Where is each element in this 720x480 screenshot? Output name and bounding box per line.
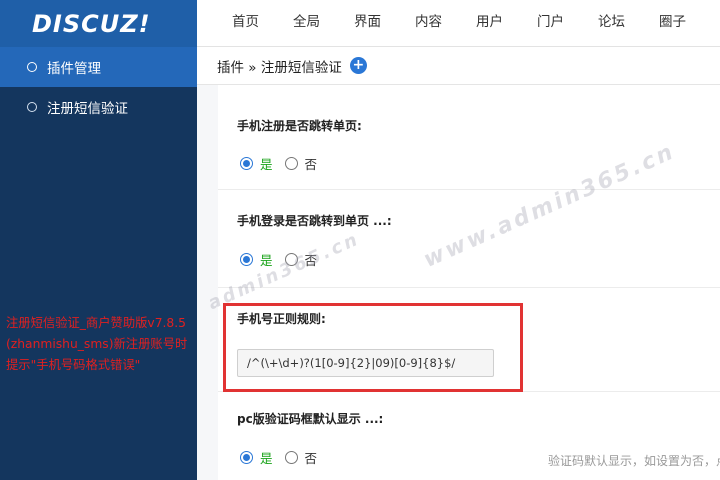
nav-item-user[interactable]: 用户 — [476, 0, 503, 45]
sidebar-item-label: 插件管理 — [47, 61, 101, 77]
radio-yes[interactable] — [240, 157, 253, 170]
radio-no[interactable] — [284, 451, 298, 464]
top-nav: 首页 全局 界面 内容 用户 门户 论坛 圈子 — [197, 0, 720, 47]
captcha-hint: 验证码默认显示，如设置为否，点 — [548, 454, 720, 468]
radio-no[interactable] — [284, 157, 298, 170]
section-title: 手机登录是否跳转到单页 ...: — [237, 214, 392, 228]
nav-item-content[interactable]: 内容 — [415, 0, 442, 45]
section-title: pc版验证码框默认显示 ...: — [237, 412, 384, 426]
nav-item-group[interactable]: 圈子 — [659, 0, 686, 45]
circle-icon — [27, 62, 37, 72]
add-icon[interactable]: + — [349, 57, 367, 74]
nav-item-global[interactable]: 全局 — [293, 0, 320, 45]
nav-item-interface[interactable]: 界面 — [354, 0, 381, 45]
breadcrumb: 插件 » 注册短信验证 + — [197, 47, 720, 85]
radio-group: 是 否 — [240, 448, 317, 467]
annotation-line: 注册短信验证_商户赞助版v7.8.5 — [6, 316, 186, 330]
circle-icon — [27, 102, 37, 112]
highlight-box — [223, 303, 523, 392]
sidebar-item-sms-verify[interactable]: 注册短信验证 — [0, 87, 197, 127]
settings-panel: 手机注册是否跳转单页: 是 否 手机登录是否跳转到单页 ...: 是 否 手机号… — [218, 85, 720, 480]
annotation-line: (zhanmishu_sms)新注册账号时 — [6, 337, 188, 351]
radio-yes[interactable] — [240, 253, 253, 266]
radio-yes-label: 是 — [260, 157, 273, 172]
radio-no-label: 否 — [304, 157, 318, 172]
breadcrumb-path: 插件 » 注册短信验证 — [217, 59, 342, 76]
radio-group: 是 否 — [240, 154, 317, 173]
sidebar-item-label: 注册短信验证 — [47, 101, 128, 117]
nav-item-home[interactable]: 首页 — [232, 0, 259, 45]
sidebar: DISCUZ! 插件管理 注册短信验证 — [0, 0, 197, 480]
radio-yes[interactable] — [240, 451, 253, 464]
nav-item-forum[interactable]: 论坛 — [598, 0, 625, 45]
nav-item-portal[interactable]: 门户 — [537, 0, 564, 45]
discuz-logo: DISCUZ! — [32, 9, 151, 38]
radio-no-label: 否 — [304, 451, 318, 466]
radio-yes-label: 是 — [260, 451, 273, 466]
annotation: 注册短信验证_商户赞助版v7.8.5 (zhanmishu_sms)新注册账号时… — [6, 313, 218, 376]
sidebar-item-plugin-manage[interactable]: 插件管理 — [0, 47, 197, 87]
annotation-line: 提示"手机号码格式错误" — [6, 358, 141, 372]
section-title: 手机注册是否跳转单页: — [237, 119, 362, 133]
logo-area[interactable]: DISCUZ! — [0, 0, 197, 47]
